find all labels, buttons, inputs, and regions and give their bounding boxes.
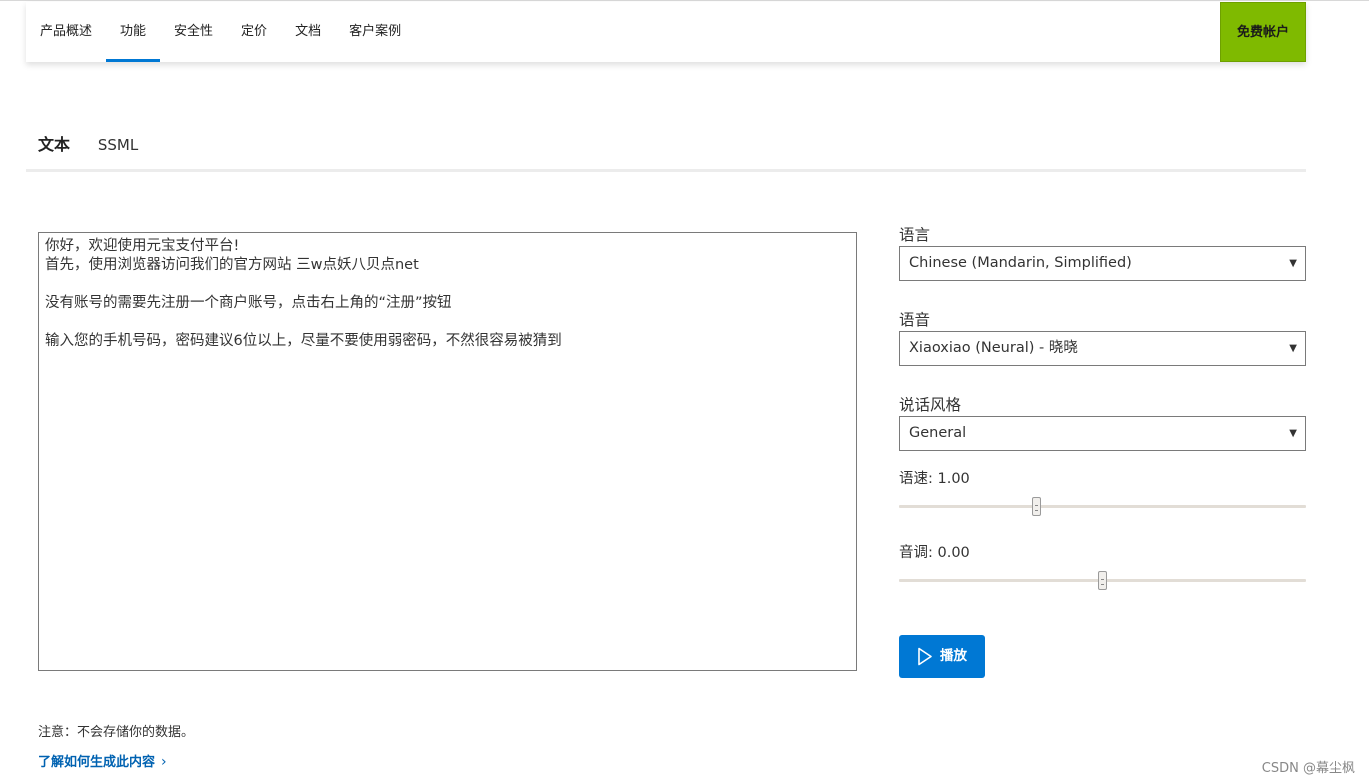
nav-items: 产品概述 功能 安全性 定价 文档 客户案例 bbox=[26, 2, 415, 62]
text-line: 首先，使用浏览器访问我们的官方网站 三w点妖八贝点net bbox=[45, 257, 419, 273]
text-input[interactable]: 你好，欢迎使用元宝支付平台! 首先，使用浏览器访问我们的官方网站 三w点妖八贝点… bbox=[38, 232, 857, 671]
nav-item-docs[interactable]: 文档 bbox=[281, 2, 335, 62]
watermark: CSDN @幕尘枫 bbox=[1261, 761, 1355, 776]
voice-select[interactable]: Xiaoxiao (Neural) - 晓晓 ▼ bbox=[899, 331, 1306, 366]
speed-label: 语速: 1.00 bbox=[899, 471, 970, 487]
chevron-right-icon: › bbox=[161, 754, 167, 770]
speaking-style-select[interactable]: General ▼ bbox=[899, 416, 1306, 451]
privacy-note: 注意：不会存储你的数据。 bbox=[38, 725, 195, 740]
nav-item-customers[interactable]: 客户案例 bbox=[335, 2, 415, 62]
slider-thumb[interactable] bbox=[1097, 571, 1107, 590]
voice-value: Xiaoxiao (Neural) - 晓晓 bbox=[909, 340, 1078, 356]
text-line bbox=[45, 275, 850, 294]
language-value: Chinese (Mandarin, Simplified) bbox=[909, 255, 1132, 271]
nav-item-overview[interactable]: 产品概述 bbox=[26, 2, 106, 62]
play-icon bbox=[918, 647, 932, 666]
text-line: 你好，欢迎使用元宝支付平台! bbox=[45, 238, 240, 254]
speaking-style-label: 说话风格 bbox=[899, 396, 962, 414]
tab-text[interactable]: 文本 bbox=[26, 118, 82, 172]
language-label: 语言 bbox=[899, 226, 931, 244]
slider-track bbox=[899, 505, 1306, 508]
input-mode-tabs: 文本 SSML bbox=[26, 118, 1306, 172]
top-navbar: 产品概述 功能 安全性 定价 文档 客户案例 免费帐户 bbox=[26, 2, 1306, 62]
dropdown-arrow-icon: ▼ bbox=[1289, 258, 1297, 269]
text-line: 没有账号的需要先注册一个商户账号，点击右上角的“注册”按钮 bbox=[45, 295, 452, 311]
pitch-label: 音调: 0.00 bbox=[899, 545, 970, 561]
nav-item-pricing[interactable]: 定价 bbox=[227, 2, 281, 62]
speaking-style-value: General bbox=[909, 425, 967, 441]
language-select[interactable]: Chinese (Mandarin, Simplified) ▼ bbox=[899, 246, 1306, 281]
pitch-slider[interactable] bbox=[899, 571, 1306, 591]
play-label: 播放 bbox=[940, 648, 967, 664]
voice-label: 语音 bbox=[899, 311, 931, 329]
learn-more-label: 了解如何生成此内容 bbox=[38, 755, 156, 770]
free-account-button[interactable]: 免费帐户 bbox=[1220, 2, 1306, 62]
slider-thumb[interactable] bbox=[1032, 497, 1042, 516]
learn-more-link[interactable]: 了解如何生成此内容 › bbox=[38, 751, 167, 770]
play-button[interactable]: 播放 bbox=[899, 635, 985, 678]
text-line: 输入您的手机号码，密码建议6位以上，尽量不要使用弱密码，不然很容易被猜到 bbox=[45, 333, 562, 349]
text-line bbox=[45, 313, 850, 332]
nav-item-features[interactable]: 功能 bbox=[106, 2, 161, 62]
dropdown-arrow-icon: ▼ bbox=[1289, 428, 1297, 439]
top-border bbox=[0, 0, 1369, 1]
nav-item-security[interactable]: 安全性 bbox=[160, 2, 227, 62]
tab-ssml[interactable]: SSML bbox=[90, 118, 146, 172]
speed-slider[interactable] bbox=[899, 497, 1306, 517]
dropdown-arrow-icon: ▼ bbox=[1289, 343, 1297, 354]
tabs-divider bbox=[26, 169, 1306, 172]
